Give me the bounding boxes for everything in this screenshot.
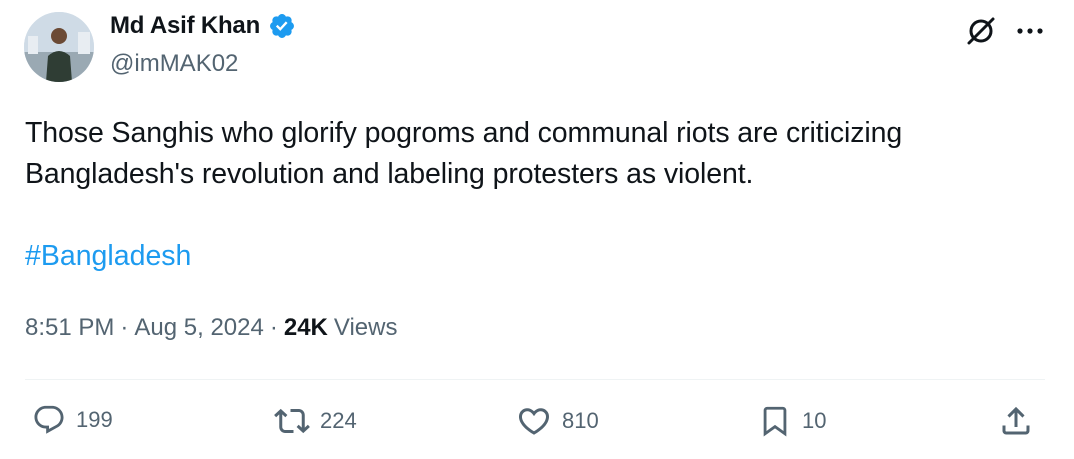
avatar-image (24, 12, 94, 82)
share-button[interactable] (998, 403, 1034, 439)
divider (25, 379, 1045, 380)
author-handle[interactable]: @imMAK02 (110, 50, 238, 78)
more-icon[interactable] (1016, 26, 1044, 36)
like-icon (518, 408, 550, 435)
views-label: Views (333, 314, 398, 341)
action-bar: 199 224 810 10 (0, 403, 1074, 443)
meta-separator: · (120, 314, 129, 341)
reply-icon (34, 405, 64, 434)
like-count: 810 (562, 408, 599, 433)
share-icon (1002, 406, 1030, 435)
bookmark-icon (763, 406, 787, 437)
verified-badge-icon (268, 12, 296, 40)
hashtag-link[interactable]: #Bangladesh (25, 240, 191, 273)
tweet-text: Those Sanghis who glorify pogroms and co… (25, 117, 903, 190)
tweet-top-actions (964, 14, 1044, 48)
tweet-time[interactable]: 8:51 PM (25, 314, 114, 342)
tweet-card: Md Asif Khan @imMAK02 Those Sanghis who … (0, 0, 1074, 459)
author-name-row: Md Asif Khan (110, 12, 296, 40)
like-button[interactable]: 810 (516, 403, 599, 439)
tweet-date[interactable]: Aug 5, 2024 (134, 314, 263, 342)
repost-count: 224 (320, 408, 357, 433)
grok-icon[interactable] (964, 14, 998, 48)
reply-count: 199 (76, 407, 113, 432)
bookmark-button[interactable]: 10 (758, 403, 826, 439)
reply-button[interactable]: 199 (32, 403, 113, 437)
avatar[interactable] (24, 12, 94, 82)
tweet-meta: 8:51 PM · Aug 5, 2024 · 24K Views (25, 314, 397, 342)
author-display-name[interactable]: Md Asif Khan (110, 12, 260, 40)
views-count: 24K (283, 314, 328, 341)
meta-separator: · (269, 314, 278, 341)
repost-button[interactable]: 224 (274, 403, 357, 439)
bookmark-count: 10 (802, 408, 827, 433)
repost-icon (274, 408, 310, 434)
